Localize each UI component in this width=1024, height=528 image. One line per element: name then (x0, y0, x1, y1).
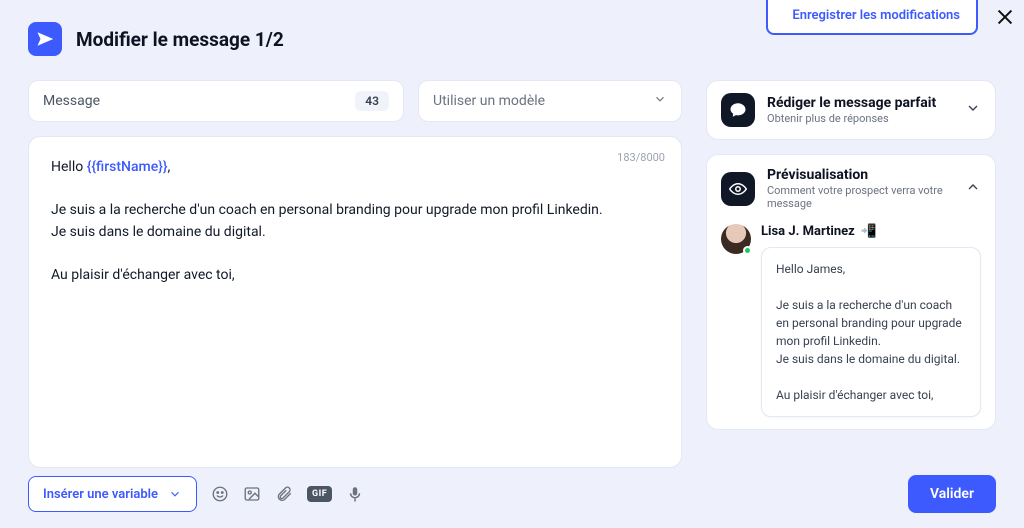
message-type-field[interactable]: Message 43 (28, 80, 404, 122)
tips-panel: Rédiger le message parfait Obtenir plus … (706, 80, 996, 140)
microphone-icon (346, 485, 364, 503)
smiley-icon (211, 485, 229, 503)
eye-icon (721, 172, 755, 206)
chevron-down-icon (168, 487, 182, 501)
tips-subtitle: Obtenir plus de réponses (767, 112, 953, 125)
phone-emoji: 📲 (861, 224, 877, 239)
template-placeholder: Utiliser un modèle (433, 93, 545, 109)
page-header: Modifier le message 1/2 (28, 22, 284, 56)
message-label: Message (43, 93, 100, 109)
top-controls: Message 43 Utiliser un modèle (28, 80, 682, 122)
emoji-button[interactable] (211, 485, 229, 503)
send-icon (36, 30, 54, 48)
chat-icon (721, 93, 755, 127)
greeting-suffix: , (168, 159, 171, 175)
footer-bar: Insérer une variable GIF Valider (28, 474, 996, 514)
insert-variable-button[interactable]: Insérer une variable (28, 476, 197, 512)
tips-toggle[interactable] (965, 100, 981, 120)
app-root: Enregistrer les modifications Modifier l… (0, 0, 1024, 528)
avatar (721, 224, 751, 254)
message-editor[interactable]: 183/8000 Hello {{firstName}}, Je suis a … (28, 136, 682, 468)
preview-body: Lisa J. Martinez 📲 Hello James, Je suis … (721, 224, 981, 417)
toolbar-icons: GIF (211, 485, 364, 503)
insert-variable-label: Insérer une variable (43, 487, 158, 502)
right-column: Rédiger le message parfait Obtenir plus … (706, 80, 996, 430)
message-body: Hello {{firstName}}, Je suis a la recher… (51, 157, 659, 287)
close-button[interactable] (994, 6, 1016, 32)
attachment-button[interactable] (275, 485, 293, 503)
greeting-prefix: Hello (51, 159, 87, 175)
variable-token: {{firstName}} (87, 159, 168, 175)
app-logo (28, 22, 62, 56)
close-icon (994, 6, 1016, 28)
validate-button[interactable]: Valider (908, 475, 996, 513)
sender-name: Lisa J. Martinez (761, 224, 855, 239)
message-count-badge: 43 (355, 91, 389, 111)
tips-title: Rédiger le message parfait (767, 95, 953, 112)
preview-toggle[interactable] (965, 179, 981, 199)
page-title: Modifier le message 1/2 (76, 28, 284, 51)
message-text: Je suis a la recherche d'un coach en per… (51, 202, 603, 283)
preview-title: Prévisualisation (767, 167, 953, 184)
presence-indicator (743, 246, 752, 255)
save-label: Enregistrer les modifications (792, 8, 960, 23)
chevron-down-icon (965, 100, 981, 116)
left-column: Message 43 Utiliser un modèle 183/8000 H… (28, 80, 682, 468)
preview-panel: Prévisualisation Comment votre prospect … (706, 154, 996, 430)
gif-button[interactable]: GIF (307, 486, 332, 502)
save-changes-button[interactable]: Enregistrer les modifications (766, 0, 978, 35)
voice-button[interactable] (346, 485, 364, 503)
template-select[interactable]: Utiliser un modèle (418, 80, 682, 122)
image-button[interactable] (243, 485, 261, 503)
char-counter: 183/8000 (617, 149, 665, 166)
image-icon (243, 485, 261, 503)
paperclip-icon (275, 485, 293, 503)
chevron-down-icon (653, 92, 667, 110)
preview-subtitle: Comment votre prospect verra votre messa… (767, 184, 953, 210)
sender-name-row: Lisa J. Martinez 📲 (761, 224, 981, 239)
preview-bubble: Hello James, Je suis a la recherche d'un… (761, 247, 981, 417)
chevron-up-icon (965, 179, 981, 195)
